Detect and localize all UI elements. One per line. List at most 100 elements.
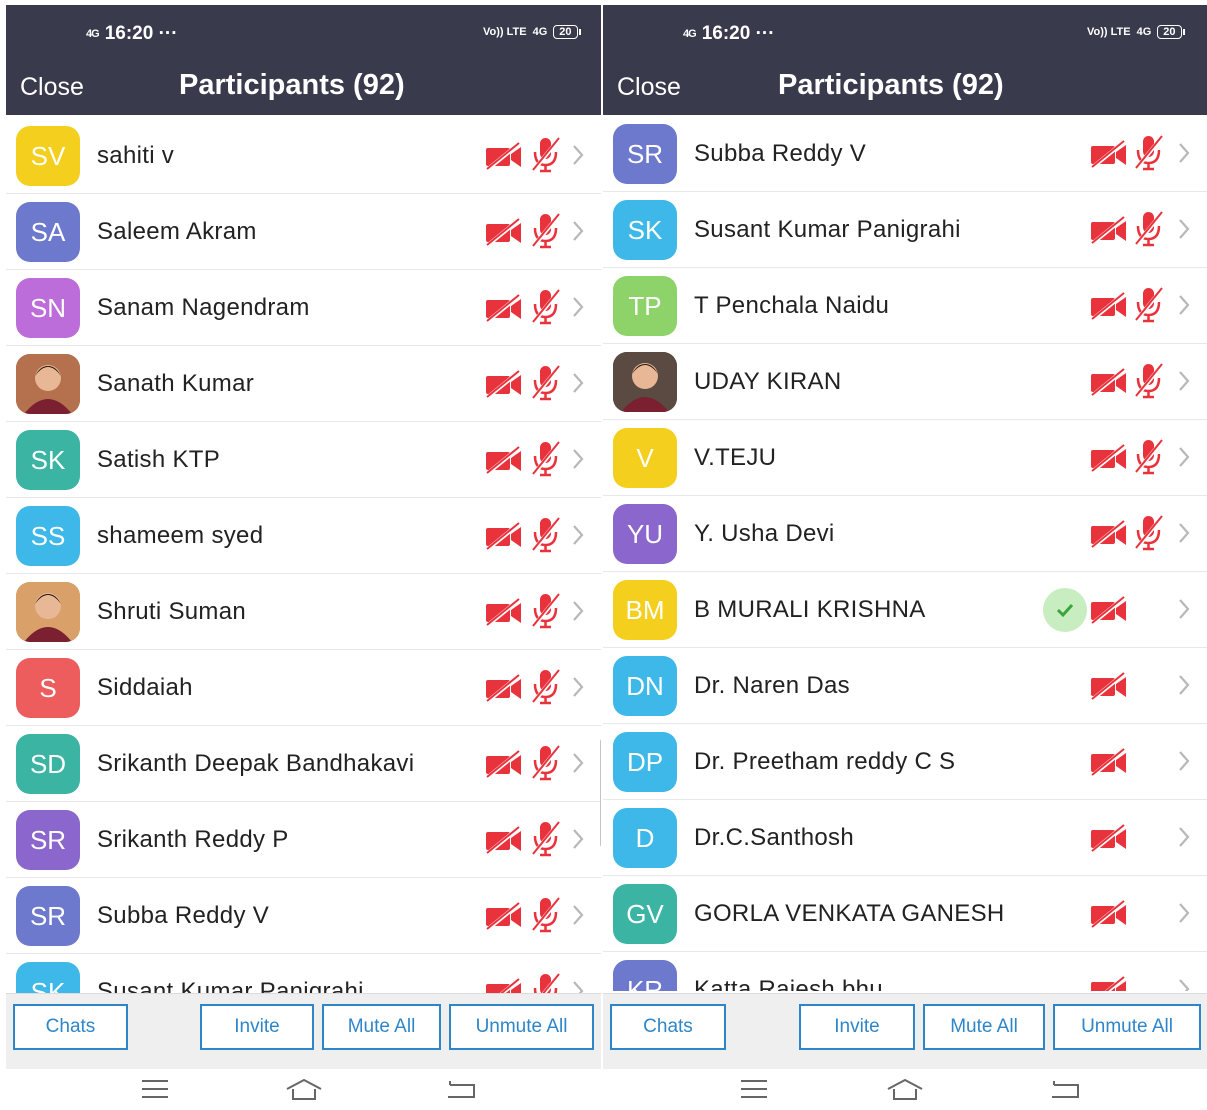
page-title: Participants (92): [179, 69, 405, 101]
avatar: TP: [613, 276, 677, 336]
home-icon[interactable]: [885, 1077, 925, 1103]
participants-screen-left: 4G 16:20 ··· Vo)) LTE 4G 20 Close Partici…: [6, 5, 601, 1110]
participant-row[interactable]: V V.TEJU: [603, 420, 1207, 496]
participant-row[interactable]: UDAY KIRAN: [603, 344, 1207, 420]
chevron-right-icon[interactable]: [571, 826, 585, 852]
home-icon[interactable]: [284, 1077, 324, 1103]
invite-button[interactable]: Invite: [200, 1004, 314, 1050]
video-off-icon: [1089, 747, 1129, 777]
participant-row[interactable]: DN Dr. Naren Das: [603, 648, 1207, 724]
chevron-right-icon[interactable]: [571, 370, 585, 396]
avatar: DN: [613, 656, 677, 716]
chats-button[interactable]: Chats: [610, 1004, 726, 1050]
participant-list[interactable]: SV sahiti v SA Saleem Akram SN Sanam Nagendra…: [6, 118, 601, 993]
participant-row[interactable]: SR Subba Reddy V: [603, 116, 1207, 192]
close-button[interactable]: Close: [20, 73, 84, 102]
participant-row[interactable]: SK Susant Kumar Panigrahi: [603, 192, 1207, 268]
invite-button[interactable]: Invite: [799, 1004, 915, 1050]
avatar: SN: [16, 278, 80, 338]
participant-row[interactable]: Shruti Suman: [6, 574, 601, 650]
participant-row[interactable]: TP T Penchala Naidu: [603, 268, 1207, 344]
participant-row[interactable]: KR Katta Rajesh bhu: [603, 952, 1207, 991]
participant-row[interactable]: SD Srikanth Deepak Bandhakavi: [6, 726, 601, 802]
menu-icon[interactable]: [140, 1077, 170, 1101]
participants-screen-right: 4G 16:20 ··· Vo)) LTE 4G 20 Close Partici…: [603, 5, 1207, 1110]
chevron-right-icon[interactable]: [571, 522, 585, 548]
mic-muted-icon: [530, 440, 562, 478]
participant-name: Satish KTP: [97, 446, 221, 473]
participant-row[interactable]: SV sahiti v: [6, 118, 601, 194]
chevron-right-icon[interactable]: [571, 294, 585, 320]
avatar-initials: TP: [628, 290, 662, 321]
chevron-right-icon[interactable]: [1177, 216, 1191, 242]
participant-row[interactable]: YU Y. Usha Devi: [603, 496, 1207, 572]
unmute-all-button[interactable]: Unmute All: [449, 1004, 594, 1050]
participant-name: Y. Usha Devi: [694, 520, 835, 547]
chevron-right-icon[interactable]: [571, 446, 585, 472]
mute-all-button[interactable]: Mute All: [923, 1004, 1045, 1050]
participant-row[interactable]: BM B MURALI KRISHNA: [603, 572, 1207, 648]
participant-row[interactable]: D Dr.C.Santhosh: [603, 800, 1207, 876]
chevron-right-icon[interactable]: [1177, 140, 1191, 166]
chevron-right-icon[interactable]: [1177, 520, 1191, 546]
video-off-icon: [1089, 139, 1129, 169]
close-button[interactable]: Close: [617, 73, 681, 102]
avatar: SK: [613, 200, 677, 260]
avatar-initials: V: [636, 442, 654, 473]
network-icon: 4G: [1136, 26, 1152, 38]
mute-all-button[interactable]: Mute All: [322, 1004, 441, 1050]
mic-muted-icon: [1133, 438, 1165, 476]
participant-row[interactable]: S Siddaiah: [6, 650, 601, 726]
chevron-right-icon[interactable]: [1177, 748, 1191, 774]
chevron-right-icon[interactable]: [571, 674, 585, 700]
back-icon[interactable]: [1050, 1077, 1080, 1101]
participant-row[interactable]: GV GORLA VENKATA GANESH: [603, 876, 1207, 952]
participant-row[interactable]: SR Srikanth Reddy P: [6, 802, 601, 878]
scrollbar[interactable]: [600, 739, 601, 847]
chevron-right-icon[interactable]: [1177, 672, 1191, 698]
participant-row[interactable]: SK Satish KTP: [6, 422, 601, 498]
participant-row[interactable]: SK Susant Kumar Panigrahi: [6, 954, 601, 993]
chevron-right-icon[interactable]: [571, 598, 585, 624]
chats-button[interactable]: Chats: [13, 1004, 128, 1050]
avatar-initials: SK: [627, 214, 663, 245]
participant-row[interactable]: SS shameem syed: [6, 498, 601, 574]
avatar: [16, 582, 80, 642]
chevron-right-icon[interactable]: [1177, 596, 1191, 622]
participant-list[interactable]: SR Subba Reddy V SK Susant Kumar Panigrahi T…: [603, 116, 1207, 991]
participant-row[interactable]: Sanath Kumar: [6, 346, 601, 422]
chevron-right-icon[interactable]: [571, 902, 585, 928]
chevron-right-icon[interactable]: [571, 978, 585, 993]
chevron-right-icon[interactable]: [1177, 900, 1191, 926]
menu-icon[interactable]: [739, 1077, 769, 1101]
participant-row[interactable]: DP Dr. Preetham reddy C S: [603, 724, 1207, 800]
mic-muted-icon: [530, 896, 562, 934]
participant-name: Sanath Kumar: [97, 370, 255, 397]
chevron-right-icon[interactable]: [1177, 292, 1191, 318]
mic-muted-icon: [1133, 286, 1165, 324]
participant-row[interactable]: SR Subba Reddy V: [6, 878, 601, 954]
mic-muted-icon: [530, 364, 562, 402]
participant-name: T Penchala Naidu: [694, 292, 890, 319]
back-icon[interactable]: [446, 1077, 476, 1101]
chevron-right-icon[interactable]: [1177, 824, 1191, 850]
chevron-right-icon[interactable]: [571, 218, 585, 244]
video-off-icon: [1089, 975, 1129, 991]
bottom-toolbar: Chats Invite Mute All Unmute All: [603, 993, 1207, 1069]
video-off-icon: [1089, 519, 1129, 549]
chevron-right-icon[interactable]: [571, 142, 585, 168]
video-off-icon: [484, 293, 524, 323]
participant-name: Saleem Akram: [97, 218, 257, 245]
unmute-all-button[interactable]: Unmute All: [1053, 1004, 1201, 1050]
mic-muted-icon: [530, 212, 562, 250]
chevron-right-icon[interactable]: [1177, 368, 1191, 394]
header-bar: Close Participants (92): [603, 63, 1207, 115]
chevron-right-icon[interactable]: [1177, 444, 1191, 470]
chevron-right-icon[interactable]: [1177, 976, 1191, 991]
mic-muted-icon: [1133, 362, 1165, 400]
chevron-right-icon[interactable]: [571, 750, 585, 776]
participant-row[interactable]: SA Saleem Akram: [6, 194, 601, 270]
participant-row[interactable]: SN Sanam Nagendram: [6, 270, 601, 346]
avatar-initials: KR: [626, 974, 664, 992]
status-bar: 4G 16:20 ··· Vo)) LTE 4G 20: [603, 5, 1207, 63]
